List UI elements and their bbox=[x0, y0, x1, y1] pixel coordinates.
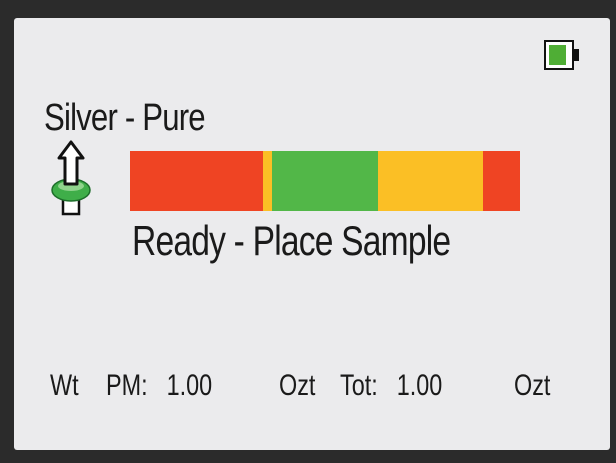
display-screen: Silver - Pure Ready - Place Sample Wt PM… bbox=[14, 18, 610, 450]
battery-cap bbox=[574, 49, 579, 61]
pm-value: 1.00 bbox=[166, 369, 213, 402]
pm-readout: PM: 1.00 bbox=[106, 368, 212, 404]
tot-unit: Ozt bbox=[514, 369, 551, 402]
range-segment-3 bbox=[272, 151, 378, 211]
pm-label: PM: bbox=[106, 369, 148, 402]
status-message: Ready - Place Sample bbox=[132, 217, 451, 264]
sample-position-icon bbox=[50, 140, 94, 220]
battery-level-fill bbox=[549, 45, 566, 65]
battery-body bbox=[544, 40, 574, 70]
tot-label: Tot: bbox=[340, 369, 378, 402]
pm-unit-readout: Ozt bbox=[279, 368, 315, 404]
tot-unit-readout: Ozt bbox=[514, 368, 550, 404]
tot-value: 1.00 bbox=[396, 369, 443, 402]
range-segment-1 bbox=[130, 151, 263, 211]
material-title: Silver - Pure bbox=[44, 97, 206, 139]
range-segment-2 bbox=[262, 151, 273, 211]
pm-unit: Ozt bbox=[279, 369, 316, 402]
weight-label: Wt bbox=[50, 368, 79, 404]
tot-readout: Tot: 1.00 bbox=[340, 368, 442, 404]
weight-label-text: Wt bbox=[50, 369, 79, 402]
battery-icon bbox=[544, 40, 579, 70]
range-segment-5 bbox=[482, 151, 520, 211]
range-segment-4 bbox=[377, 151, 483, 211]
range-indicator-bar bbox=[130, 151, 520, 211]
device-frame: Silver - Pure Ready - Place Sample Wt PM… bbox=[0, 0, 616, 463]
